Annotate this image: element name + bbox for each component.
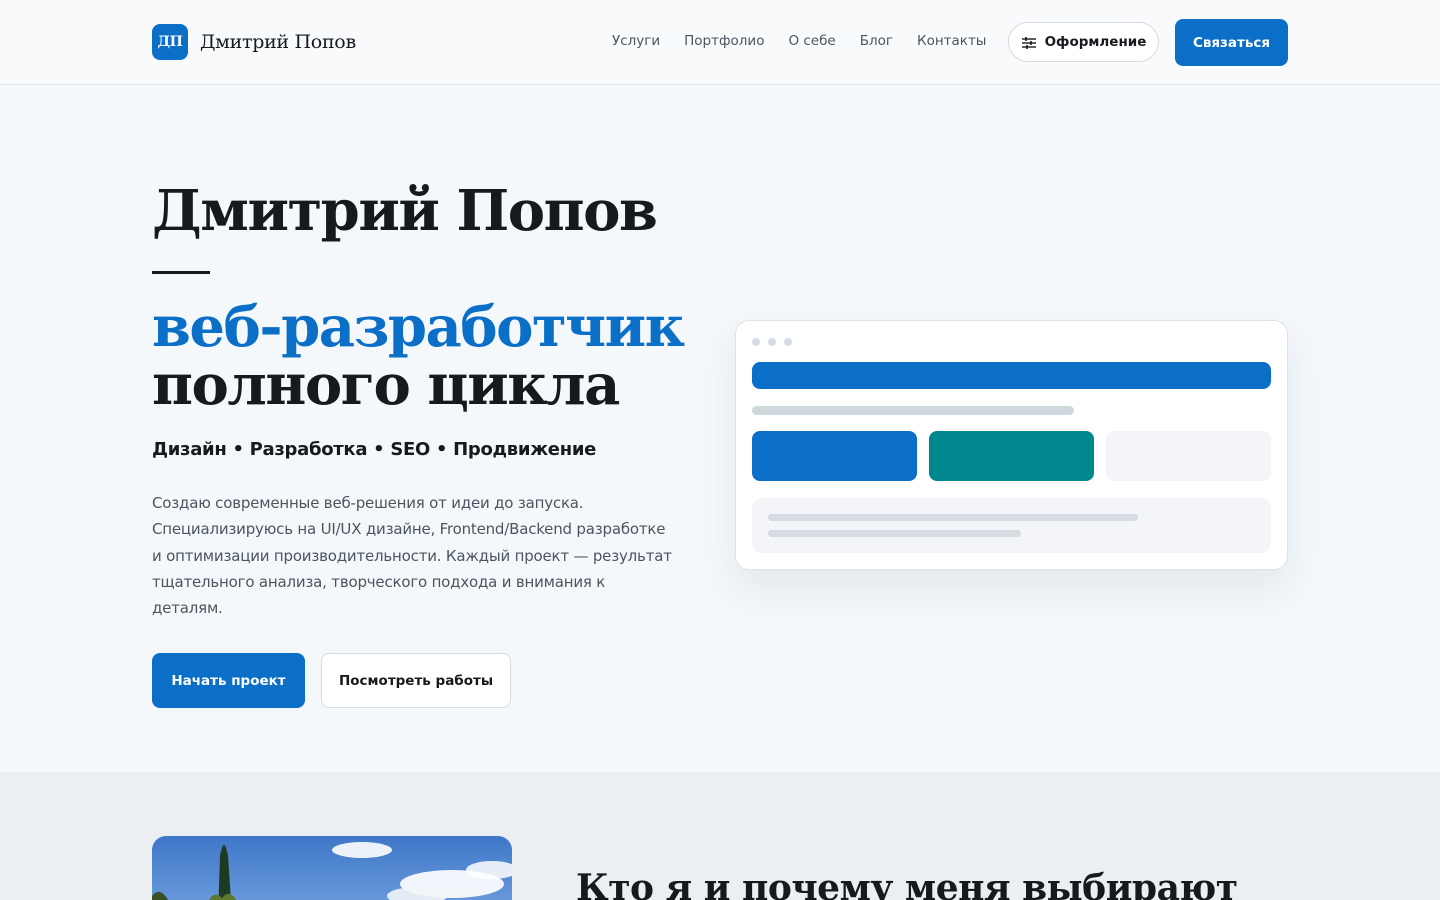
window-dot: [752, 338, 760, 346]
view-works-button[interactable]: Посмотреть работы: [321, 653, 511, 708]
nav-link-about[interactable]: О себе: [788, 33, 835, 49]
hero-divider: [152, 271, 210, 274]
sliders-icon: [1021, 35, 1037, 49]
start-project-button[interactable]: Начать проект: [152, 653, 305, 708]
contact-button[interactable]: Связаться: [1175, 19, 1288, 66]
about-photo: [152, 836, 512, 900]
mockup-subtitle-bar: [752, 406, 1074, 415]
about-section: Кто я и почему меня выбирают: [0, 772, 1440, 900]
browser-mockup-illustration: [735, 320, 1288, 570]
mockup-text-panel: [752, 498, 1271, 553]
mockup-text-line: [768, 530, 1021, 537]
nav-link-blog[interactable]: Блог: [860, 33, 893, 49]
window-dot: [784, 338, 792, 346]
hero-title-accent: веб-разработчик: [152, 294, 685, 360]
site-header: ДП Дмитрий Попов Услуги Портфолио О себе…: [0, 0, 1440, 85]
mockup-card-blue: [752, 431, 917, 481]
nav-link-services[interactable]: Услуги: [612, 33, 660, 49]
mockup-header-bar: [752, 362, 1271, 389]
hero-title: веб-разработчик полного цикла: [152, 294, 685, 418]
nav-link-contacts[interactable]: Контакты: [917, 33, 986, 49]
hero-name: Дмитрий Попов: [152, 178, 658, 244]
about-title: Кто я и почему меня выбирают: [576, 867, 1238, 900]
hero-title-rest: полного цикла: [152, 352, 620, 418]
hero-description: Создаю современные веб-решения от идеи д…: [152, 494, 672, 618]
hero-tagline: Дизайн • Разработка • SEO • Продвижение: [152, 439, 597, 460]
nav-link-portfolio[interactable]: Портфолио: [684, 33, 764, 49]
mockup-card-light: [1106, 431, 1271, 481]
logo-mark: ДП: [152, 24, 188, 60]
theme-settings-button[interactable]: Оформление: [1008, 22, 1159, 62]
mockup-text-line: [768, 514, 1138, 521]
theme-button-label: Оформление: [1044, 34, 1147, 50]
logo-link[interactable]: ДП Дмитрий Попов: [152, 24, 356, 60]
logo-text: Дмитрий Попов: [200, 31, 356, 53]
window-dot: [768, 338, 776, 346]
mockup-card-teal: [929, 431, 1094, 481]
main-nav: Услуги Портфолио О себе Блог Контакты: [612, 33, 1010, 49]
